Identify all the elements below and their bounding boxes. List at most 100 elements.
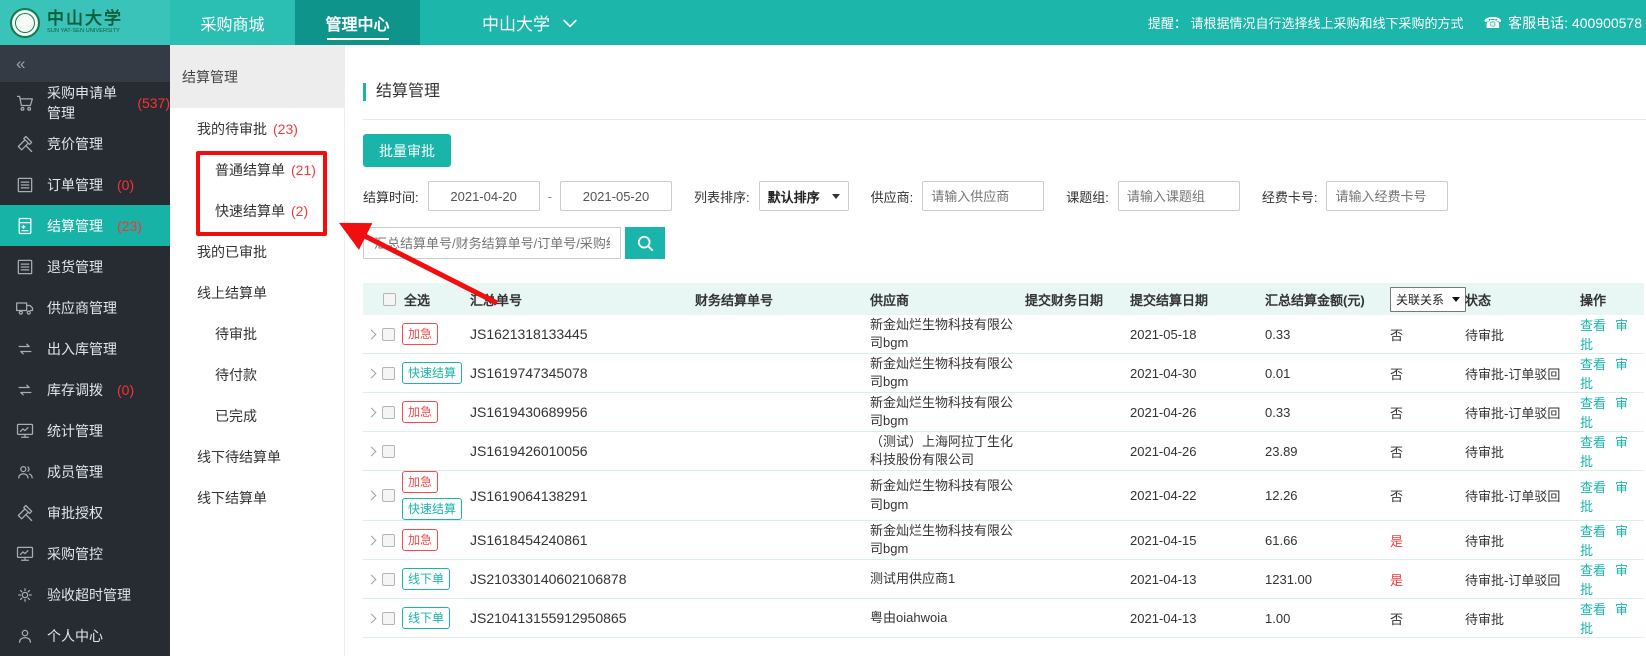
view-link[interactable]: 查看: [1580, 435, 1606, 450]
date-from-input[interactable]: [427, 181, 540, 211]
sidebar-item-3[interactable]: 订单管理 (0): [0, 164, 170, 205]
transfer-icon: [15, 339, 35, 359]
sidebar-item-label: 成员管理: [47, 463, 103, 480]
date-to-input[interactable]: [559, 181, 672, 211]
row-checkbox[interactable]: [382, 444, 395, 458]
status-text: 待审批-订单驳回: [1463, 559, 1578, 599]
subnav-item-10[interactable]: 线下结算单: [170, 477, 344, 518]
sidebar-item-7[interactable]: 出入库管理: [0, 328, 170, 369]
table-row: 加急 JS1618454240861 新金灿烂生物科技有限公司bgm 2021-04-…: [363, 520, 1644, 560]
sidebar-item-14[interactable]: 个人中心: [0, 615, 170, 656]
summary-number: JS1619064138291: [468, 470, 693, 521]
expand-chevron-icon[interactable]: [366, 535, 377, 545]
sidebar-item-1[interactable]: 采购申请单管理 (537): [0, 82, 170, 123]
row-checkbox[interactable]: [382, 611, 395, 625]
sidebar-item-5[interactable]: 退货管理: [0, 246, 170, 287]
finance-date: [1023, 315, 1128, 354]
subnav-item-7[interactable]: 待付款: [170, 354, 344, 395]
row-checkbox[interactable]: [382, 572, 395, 586]
row-checkbox[interactable]: [382, 366, 395, 380]
sidebar-item-12[interactable]: 采购管控: [0, 533, 170, 574]
filter-row: 结算时间: - 列表排序: 默认排序 供应商: 课题组: 经费卡号:: [363, 181, 1646, 211]
amount: 0.01: [1263, 353, 1388, 393]
sidebar-item-13[interactable]: 验收超时管理: [0, 574, 170, 615]
batch-approve-button[interactable]: 批量审批: [363, 134, 451, 167]
subnav-item-2[interactable]: 普通结算单 (21): [170, 149, 344, 190]
search-input[interactable]: [363, 227, 621, 259]
tag-urgent: 加急: [402, 323, 439, 345]
finance-number: [693, 470, 868, 521]
expand-chevron-icon[interactable]: [366, 574, 377, 584]
expand-chevron-icon[interactable]: [366, 490, 377, 501]
tab-admin-center[interactable]: 管理中心: [295, 0, 420, 45]
gear-icon: [15, 585, 35, 605]
hotline: ☎ 客服电话: 400900578: [1483, 13, 1642, 33]
sidebar-item-11[interactable]: 审批授权: [0, 492, 170, 533]
view-link[interactable]: 查看: [1580, 357, 1606, 372]
tab-purchase-mall[interactable]: 采购商城: [170, 0, 295, 45]
subnav-item-1[interactable]: 我的待审批 (23): [170, 108, 344, 149]
subnav-item-3[interactable]: 快速结算单 (2): [170, 190, 344, 231]
subnav-item-4[interactable]: 我的已审批: [170, 231, 344, 272]
subnav-item-9[interactable]: 线下待结算单: [170, 436, 344, 477]
subnav-item-label: 线下结算单: [197, 489, 267, 506]
main-sidebar: « 采购申请单管理 (537) 竞价管理订单管理 (0) 结算管理 (23) 退货管理 供应商…: [0, 45, 170, 656]
supplier-name: 新金灿烂生物科技有限公司bgm: [868, 315, 1023, 354]
relation-flag: 否: [1388, 392, 1463, 432]
search-button[interactable]: [625, 227, 665, 259]
view-link[interactable]: 查看: [1580, 480, 1606, 495]
row-checkbox[interactable]: [382, 533, 395, 547]
supplier-input[interactable]: [922, 181, 1045, 211]
sidebar-collapse-button[interactable]: «: [0, 45, 170, 82]
supplier-name: （测试）上海阿拉丁生化科技股份有限公司: [868, 431, 1023, 471]
list-icon: [15, 257, 35, 277]
row-checkbox[interactable]: [382, 327, 395, 341]
expand-chevron-icon[interactable]: [366, 613, 377, 623]
org-dropdown[interactable]: 中山大学: [482, 0, 580, 45]
subnav-item-label: 我的已审批: [197, 243, 267, 260]
settle-time-label: 结算时间:: [363, 189, 419, 205]
sidebar-item-label: 竞价管理: [47, 135, 103, 152]
expand-chevron-icon[interactable]: [366, 407, 377, 417]
sidebar-menu: 采购申请单管理 (537) 竞价管理订单管理 (0) 结算管理 (23) 退货管理 供应商管理…: [0, 82, 170, 656]
view-link[interactable]: 查看: [1580, 563, 1606, 578]
search-icon: [635, 233, 655, 253]
subnav-item-label: 快速结算单: [215, 202, 285, 219]
sidebar-item-8[interactable]: 库存调拨 (0): [0, 369, 170, 410]
sidebar-item-label: 采购申请单管理: [47, 84, 117, 121]
relation-flag: 否: [1388, 431, 1463, 471]
list-icon: [15, 175, 35, 195]
finance-date: [1023, 520, 1128, 560]
relation-flag: 否: [1388, 598, 1463, 638]
col-amount: 汇总结算金额(元): [1265, 292, 1365, 308]
subnav-item-5[interactable]: 线上结算单: [170, 272, 344, 313]
subnav-item-8[interactable]: 已完成: [170, 395, 344, 436]
status-text: 待审批: [1463, 598, 1578, 638]
subnav-item-6[interactable]: 待审批: [170, 313, 344, 354]
amount: 23.89: [1263, 431, 1388, 471]
view-link[interactable]: 查看: [1580, 602, 1606, 617]
subnav-header: 结算管理: [170, 45, 344, 108]
finance-date: [1023, 470, 1128, 521]
sidebar-item-9[interactable]: 统计管理: [0, 410, 170, 451]
select-all-checkbox[interactable]: [383, 292, 396, 306]
sidebar-item-4[interactable]: 结算管理 (23): [0, 205, 170, 246]
view-link[interactable]: 查看: [1580, 524, 1606, 539]
sidebar-item-2[interactable]: 竞价管理: [0, 123, 170, 164]
finance-number: [693, 598, 868, 638]
expand-chevron-icon[interactable]: [366, 446, 377, 456]
subnav-item-label: 普通结算单: [215, 161, 285, 178]
view-link[interactable]: 查看: [1580, 318, 1606, 333]
sidebar-item-6[interactable]: 供应商管理: [0, 287, 170, 328]
row-checkbox[interactable]: [382, 489, 395, 502]
col-supplier: 供应商: [870, 292, 910, 308]
row-checkbox[interactable]: [382, 405, 395, 419]
group-input[interactable]: [1117, 181, 1240, 211]
sidebar-item-10[interactable]: 成员管理: [0, 451, 170, 492]
relation-filter-select[interactable]: 关联关系: [1390, 286, 1466, 312]
view-link[interactable]: 查看: [1580, 396, 1606, 411]
expand-chevron-icon[interactable]: [366, 368, 377, 378]
fund-input[interactable]: [1326, 181, 1449, 211]
sort-select[interactable]: 默认排序: [758, 181, 849, 211]
expand-chevron-icon[interactable]: [366, 329, 377, 339]
